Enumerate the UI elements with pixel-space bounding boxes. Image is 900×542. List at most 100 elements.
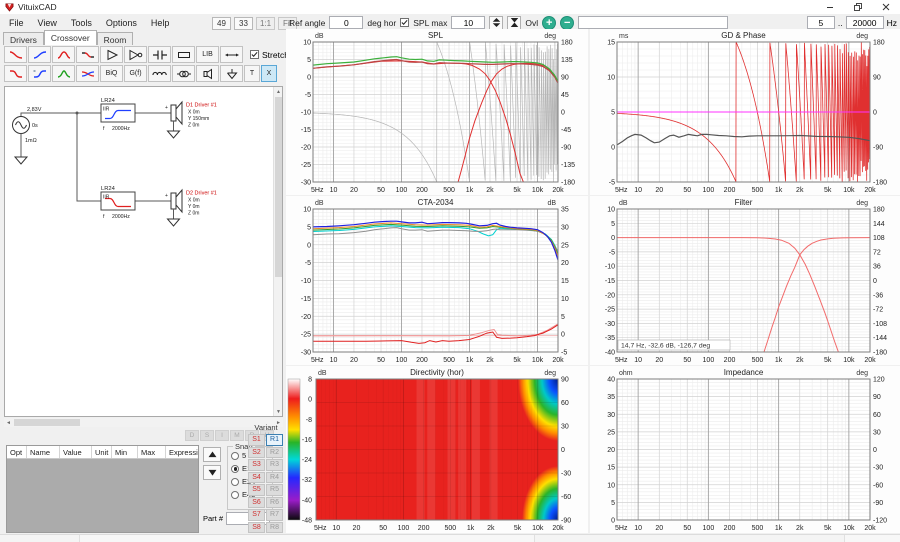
move-up-button[interactable] xyxy=(203,447,221,462)
buffer-block-button[interactable] xyxy=(124,46,147,63)
button-d[interactable]: D xyxy=(185,430,199,441)
minimize-button[interactable] xyxy=(816,0,844,14)
menu-item-file[interactable]: File xyxy=(2,16,31,30)
variant-s4-button[interactable]: S4 xyxy=(248,472,265,484)
variant-s7-button[interactable]: S7 xyxy=(248,509,265,521)
button-m[interactable]: M xyxy=(230,430,244,441)
library-part-button[interactable]: LIB xyxy=(196,46,219,63)
inductor-button[interactable] xyxy=(148,65,171,82)
col-header-expression[interactable]: Expression xyxy=(166,446,198,458)
freq-max-input[interactable] xyxy=(846,16,884,29)
svg-text:10k: 10k xyxy=(532,525,544,532)
crossover-block-button[interactable] xyxy=(76,65,99,82)
button-i[interactable]: I xyxy=(215,430,229,441)
variant-r7-button[interactable]: R7 xyxy=(266,509,283,521)
menu-item-view[interactable]: View xyxy=(31,16,64,30)
horizontal-scroll-thumb[interactable] xyxy=(14,419,80,426)
variant-r4-button[interactable]: R4 xyxy=(266,472,283,484)
driver-button[interactable] xyxy=(196,65,219,82)
button-s[interactable]: S xyxy=(200,430,214,441)
schematic-canvas[interactable]: 2,83V 0s 1mΩ LR24 IIR f 2000Hz LR24 IIR … xyxy=(5,87,274,416)
shelf-high-block-button[interactable] xyxy=(28,65,51,82)
overlay-add-button[interactable]: + xyxy=(542,16,556,30)
variant-r2-button[interactable]: R2 xyxy=(266,447,283,459)
col-header-max[interactable]: Max xyxy=(138,446,166,458)
capacitor-button[interactable] xyxy=(148,46,171,63)
gain-block-button[interactable] xyxy=(100,46,123,63)
freq-min-input[interactable] xyxy=(807,16,835,29)
transformer-button[interactable] xyxy=(172,65,195,82)
overlay-name-input[interactable] xyxy=(578,16,728,29)
scroll-left-icon[interactable]: ◄ xyxy=(4,418,13,427)
schematic-horizontal-scrollbar[interactable]: ◄ ► xyxy=(4,418,283,427)
tab-crossover[interactable]: Crossover xyxy=(44,30,97,45)
scroll-up-icon[interactable]: ▲ xyxy=(274,87,283,96)
autoscale-button[interactable] xyxy=(507,16,521,30)
variant-s1-button[interactable]: S1 xyxy=(248,434,265,446)
lowpass-block-button[interactable] xyxy=(4,46,27,63)
col-header-name[interactable]: Name xyxy=(27,446,60,458)
gain-function-block-button[interactable]: G(f) xyxy=(124,65,147,82)
text-tool-button[interactable]: T xyxy=(244,65,260,82)
radio-icon[interactable] xyxy=(231,452,239,460)
variant-s8-button[interactable]: S8 xyxy=(248,522,265,534)
highpass-block-button[interactable] xyxy=(28,46,51,63)
scroll-down-icon[interactable]: ▼ xyxy=(274,407,283,416)
directivity-chart[interactable]: 80-8-16-24-32-40-48Directivity (hor)dBde… xyxy=(286,366,588,533)
close-button[interactable] xyxy=(872,0,900,14)
move-down-button[interactable] xyxy=(203,465,221,480)
col-header-value[interactable]: Value xyxy=(60,446,92,458)
spl-max-checkbox[interactable] xyxy=(400,18,409,27)
spl-max-spinner[interactable] xyxy=(489,16,503,30)
spl-max-input[interactable] xyxy=(451,16,485,29)
variant-r3-button[interactable]: R3 xyxy=(266,459,283,471)
variant-r6-button[interactable]: R6 xyxy=(266,497,283,509)
radio-icon[interactable] xyxy=(231,491,239,499)
menu-item-options[interactable]: Options xyxy=(99,16,144,30)
shelf-block-button[interactable] xyxy=(76,46,99,63)
shelf-low-block-button[interactable] xyxy=(4,65,27,82)
radio-icon[interactable] xyxy=(231,465,239,473)
resistor-button[interactable] xyxy=(172,46,195,63)
menu-item-help[interactable]: Help xyxy=(144,16,177,30)
zoom-49-button[interactable]: 49 xyxy=(212,17,231,30)
schematic-vertical-scrollbar[interactable]: ▲ ▼ xyxy=(273,87,282,416)
cta2034-chart[interactable]: CTA-2034dBdB-30-25-20-15-10-50510-505101… xyxy=(286,196,588,365)
stretch-checkbox[interactable] xyxy=(250,50,259,59)
spl-chart[interactable]: SPLdBdeg-30-25-20-15-10-50510-180-135-90… xyxy=(286,29,588,195)
stretch-option[interactable]: Stretch xyxy=(250,50,289,60)
gd-phase-chart[interactable]: GD & Phasemsdeg-5051015-180-900901805Hz1… xyxy=(590,29,900,195)
ref-angle-input[interactable] xyxy=(329,16,363,29)
variant-s2-button[interactable]: S2 xyxy=(248,447,265,459)
schematic-panel[interactable]: 2,83V 0s 1mΩ LR24 IIR f 2000Hz LR24 IIR … xyxy=(4,86,283,417)
ground-button[interactable] xyxy=(220,65,243,82)
variant-r5-button[interactable]: R5 xyxy=(266,484,283,496)
variant-r1-button[interactable]: R1 xyxy=(266,434,283,446)
component-table[interactable]: Opt Name Value Unit Min Max Expression xyxy=(6,445,199,533)
variant-r8-button[interactable]: R8 xyxy=(266,522,283,534)
col-header-opt[interactable]: Opt xyxy=(7,446,27,458)
variant-s3-button[interactable]: S3 xyxy=(248,459,265,471)
driver1-symbol[interactable]: + xyxy=(165,102,182,138)
col-header-min[interactable]: Min xyxy=(112,446,138,458)
vertical-scroll-thumb[interactable] xyxy=(275,97,282,277)
tab-drivers[interactable]: Drivers xyxy=(3,32,44,45)
delete-mode-button[interactable]: X xyxy=(261,65,277,82)
wire-button[interactable] xyxy=(220,46,243,63)
restore-button[interactable] xyxy=(844,0,872,14)
biquad-block-button[interactable]: BiQ xyxy=(100,65,123,82)
tab-room[interactable]: Room xyxy=(97,32,134,45)
col-header-unit[interactable]: Unit xyxy=(92,446,112,458)
zoom-1to1-button[interactable]: 1:1 xyxy=(256,17,275,30)
menu-item-tools[interactable]: Tools xyxy=(64,16,99,30)
filter-chart[interactable]: FilterdBdeg-40-35-30-25-20-15-10-50510-1… xyxy=(590,196,900,365)
peak-eq-block-button[interactable] xyxy=(52,65,75,82)
variant-s6-button[interactable]: S6 xyxy=(248,497,265,509)
overlay-remove-button[interactable]: − xyxy=(560,16,574,30)
variant-s5-button[interactable]: S5 xyxy=(248,484,265,496)
bandpass-block-button[interactable] xyxy=(52,46,75,63)
zoom-33-button[interactable]: 33 xyxy=(234,17,253,30)
impedance-chart[interactable]: Impedanceohmdeg0510152025303540-120-90-6… xyxy=(590,366,900,533)
radio-icon[interactable] xyxy=(231,478,239,486)
driver2-symbol[interactable]: + xyxy=(165,190,182,226)
